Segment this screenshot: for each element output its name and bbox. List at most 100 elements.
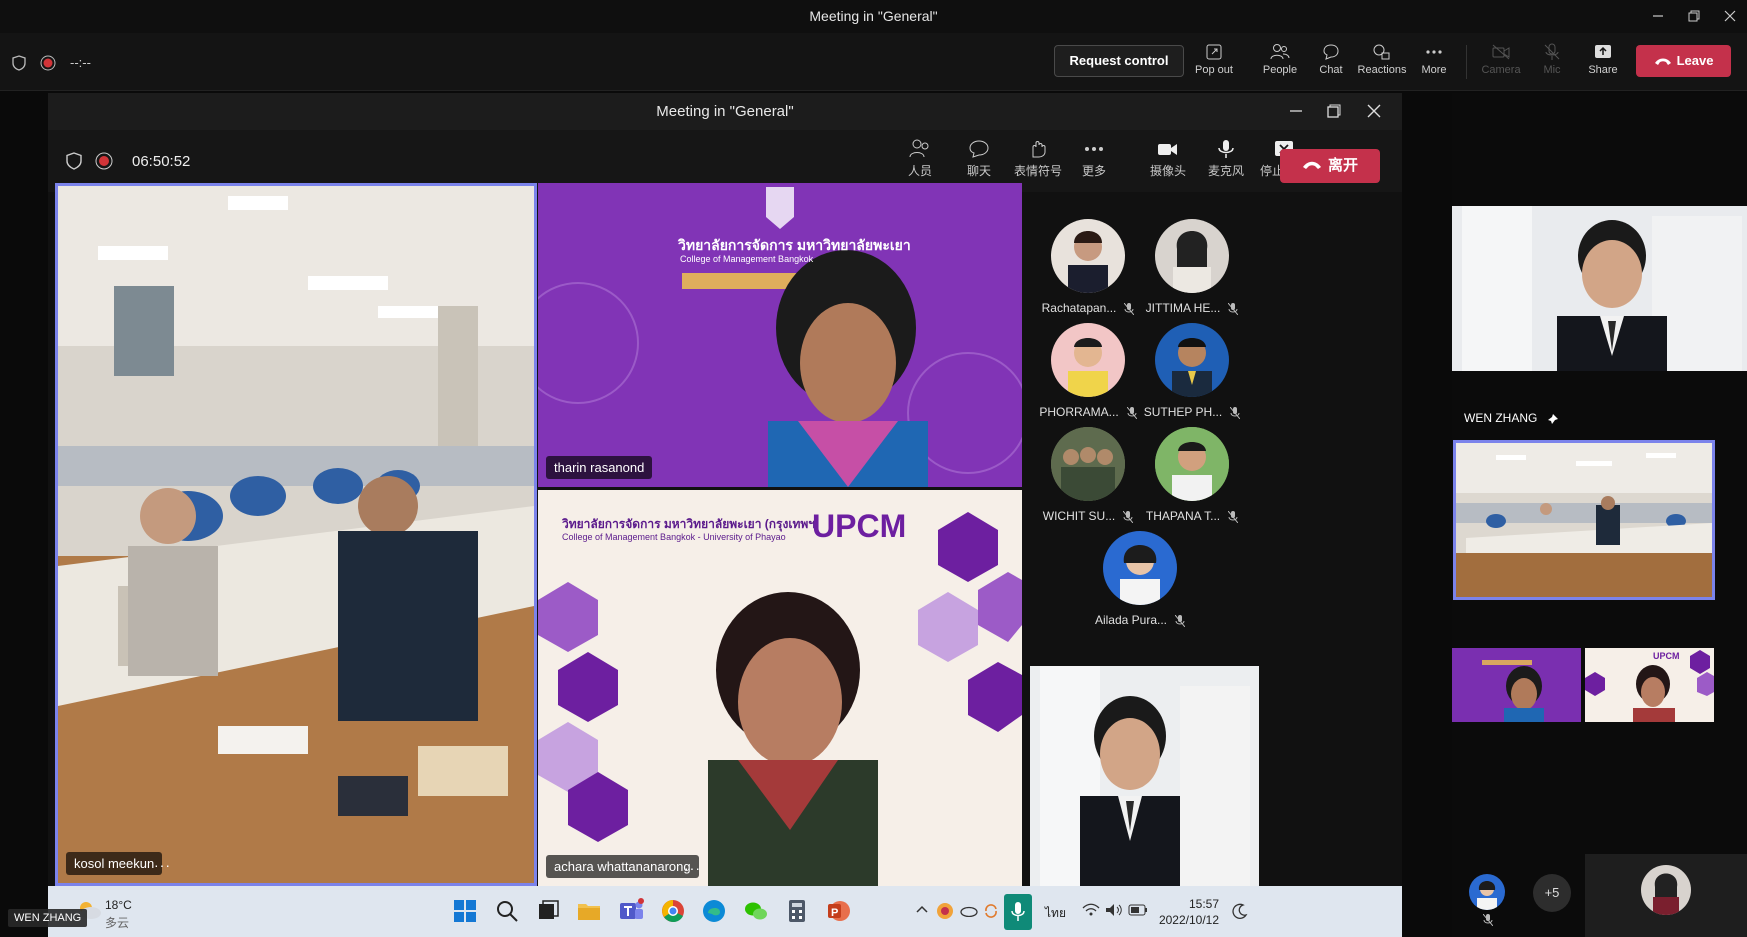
sync-icon[interactable] [982,902,1000,920]
avatar [1051,323,1125,397]
powerpoint-icon[interactable]: P [825,897,853,925]
participant-avatar-jittima[interactable]: JITTIMA HE... [1137,219,1247,329]
onedrive-icon[interactable] [958,903,978,917]
avatar-ailada-small[interactable] [1469,874,1505,910]
inner-people-button[interactable]: 人员 [894,139,946,179]
wechat-icon[interactable] [742,897,770,925]
video-tile-small-self[interactable] [1585,854,1747,937]
clock-date[interactable]: 2022/10/12 [1157,913,1219,927]
thumbnail-achara[interactable]: UPCM [1585,648,1714,722]
outer-leave-button[interactable]: Leave [1636,45,1731,77]
video-tile-main[interactable]: kosol meekun ··· [55,183,537,886]
video-tile-tharin[interactable]: วิทยาลัยการจัดการ มหาวิทยาลัยพะเยา Colle… [538,183,1022,487]
mic-active-indicator[interactable] [1004,894,1032,930]
right-participant-strip: WEN ZHANG UPCM +5 [1452,93,1747,937]
reactions-button[interactable]: Reactions [1357,43,1407,85]
participant-avatar-ailada[interactable]: Ailada Pura... [1085,531,1195,641]
chat-label: Chat [1319,64,1343,76]
input-language[interactable]: ไทย [1045,904,1066,923]
inner-camera-icon [1158,144,1177,155]
mic-off-icon [1123,510,1134,523]
inner-reactions-button[interactable]: 表情符号 [1008,139,1068,179]
avatar [1051,219,1125,293]
search-icon[interactable] [493,897,521,925]
inner-more-button[interactable]: 更多 [1068,139,1120,179]
presenter-name-text: WEN ZHANG [1464,411,1538,425]
windows-start-icon[interactable] [451,897,479,925]
clock-time[interactable]: 15:57 [1179,897,1219,911]
participant-avatar-rachatapan[interactable]: Rachatapan... [1033,219,1143,329]
inner-minimize-icon[interactable] [1288,103,1304,119]
recording-icon [40,55,56,71]
thumbnail-tharin[interactable] [1452,648,1581,722]
mic-label: Mic [1543,64,1561,76]
self-video [1030,666,1259,886]
volume-icon[interactable] [1104,902,1124,918]
inner-chat-button[interactable]: 聊天 [953,139,1005,179]
inner-reactions-icon [1032,141,1046,158]
more-participants-badge[interactable]: +5 [1533,874,1571,912]
mic-off-icon [1230,406,1241,419]
wifi-icon[interactable] [1082,903,1100,917]
inner-more-label: 更多 [1081,164,1106,178]
task-view-icon[interactable] [534,897,562,925]
notification-icon[interactable] [1232,903,1248,919]
outer-window-title: Meeting in "General" [809,8,938,24]
mic-off-icon [1228,510,1239,523]
show-hidden-icons[interactable] [916,904,928,914]
inner-recording-icon [95,152,113,170]
participant-name-tag: tharin rasanond [546,456,653,479]
people-label: People [1262,64,1298,76]
share-label: Share [1588,64,1618,76]
battery-icon[interactable] [1128,904,1148,916]
video-tile-self-view[interactable] [1030,666,1259,886]
participant-avatar-wichit[interactable]: WICHIT SU... [1033,427,1143,537]
share-button[interactable]: Share [1578,43,1628,85]
minimize-icon[interactable] [1650,8,1666,24]
chrome-icon[interactable] [659,897,687,925]
inner-title-bar: Meeting in "General" [48,93,1402,130]
inner-close-icon[interactable] [1366,103,1382,119]
outer-timer: --:-- [70,55,91,70]
inner-camera-label: 摄像头 [1149,164,1186,178]
people-button[interactable]: People [1255,43,1305,85]
calculator-icon[interactable] [783,897,811,925]
more-icon [1426,50,1442,54]
video-tile-presenter[interactable] [1452,206,1747,371]
tile-options-icon[interactable]: ··· [684,860,701,876]
avatar [1051,427,1125,501]
avatar [1155,323,1229,397]
edge-icon[interactable] [700,897,728,925]
mic-button[interactable]: Mic [1527,43,1577,85]
more-button[interactable]: More [1409,43,1459,85]
pin-icon[interactable] [1547,413,1559,425]
inner-restore-icon[interactable] [1326,103,1342,119]
reactions-icon [1373,44,1390,60]
inner-reactions-label: 表情符号 [1013,164,1062,178]
request-control-button[interactable]: Request control [1054,45,1184,77]
restore-icon[interactable] [1686,8,1702,24]
tray-app-icon[interactable] [936,902,954,920]
shared-screen-thumbnail[interactable] [1453,440,1715,600]
windows-taskbar: 18°C 多云 P ไทย 15:57 2022/10/12 [48,886,1402,937]
tile-options-icon[interactable]: ··· [154,857,171,873]
file-explorer-icon[interactable] [575,897,603,925]
participant-avatar-phorrama[interactable]: PHORRAMA... [1033,323,1143,433]
chat-button[interactable]: Chat [1306,43,1356,85]
camera-button[interactable]: Camera [1476,43,1526,85]
weather-desc: 多云 [105,916,130,930]
classroom-video [58,186,534,883]
inner-mic-button[interactable]: 麦克风 [1200,139,1252,179]
pop-out-button[interactable]: Pop out [1189,43,1239,85]
video-tile-achara[interactable]: วิทยาลัยการจัดการ มหาวิทยาลัยพะเยา (กรุง… [538,490,1022,886]
participant-name: THAPANA T... [1145,509,1221,523]
inner-camera-button[interactable]: 摄像头 [1142,139,1194,179]
participant-avatar-thapana[interactable]: THAPANA T... [1137,427,1247,537]
participant-name: PHORRAMA... [1039,405,1119,419]
participant-avatar-suthep[interactable]: SUTHEP PH... [1137,323,1247,433]
close-icon[interactable] [1722,8,1738,24]
teams-icon[interactable] [617,897,645,925]
mic-off-icon [1175,614,1186,627]
inner-leave-button[interactable]: 离开 [1280,149,1380,183]
mic-off-icon [1228,302,1239,315]
